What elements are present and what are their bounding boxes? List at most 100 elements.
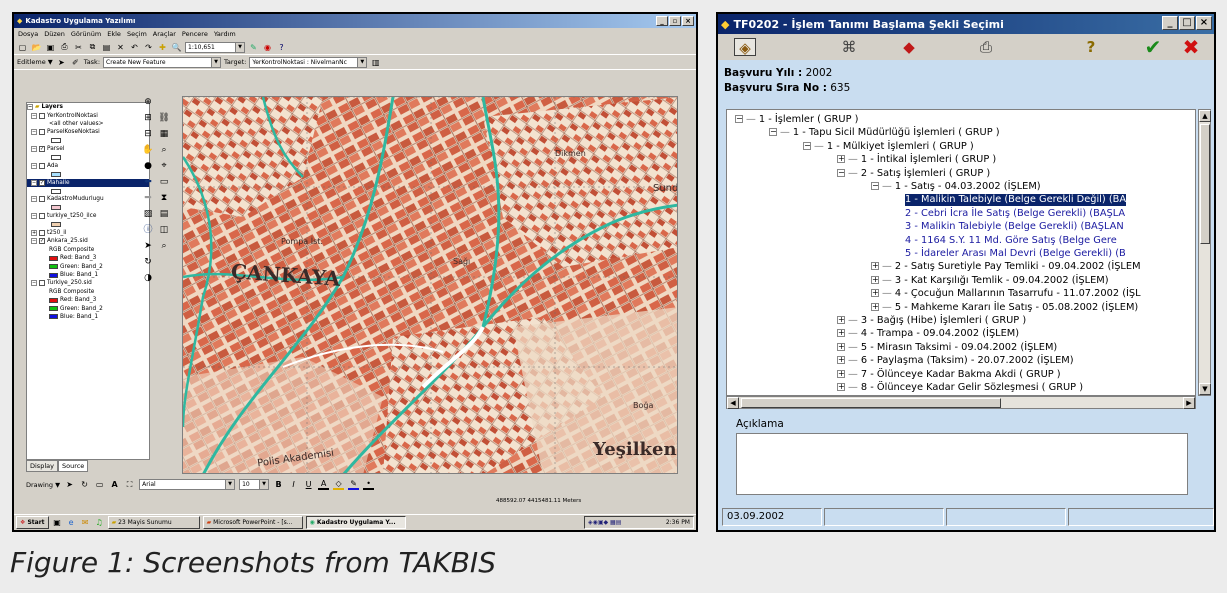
tree-horizontal-scrollbar[interactable]: ◀ ▶ bbox=[726, 396, 1196, 409]
tree-group-item[interactable]: + — 3 - Bağış (Hibe) İşlemleri ( GRUP ) bbox=[837, 315, 1026, 327]
layer-item[interactable]: Blue: Band_1 bbox=[27, 313, 149, 321]
attributes-icon[interactable]: ▥ bbox=[370, 57, 381, 68]
expand-toggle-icon[interactable]: − bbox=[31, 129, 37, 136]
quicklaunch-ie-icon[interactable]: e bbox=[66, 517, 77, 528]
layer-visibility-checkbox[interactable] bbox=[39, 129, 45, 136]
tree-group-item[interactable]: + — 5 - Mirasın Taksimi - 09.04.2002 (İŞL… bbox=[837, 342, 1057, 354]
editor-toolbar-icon[interactable]: ✎ bbox=[248, 42, 259, 53]
layer-item[interactable]: − Turkiye_250.sid bbox=[27, 279, 149, 287]
cut-icon[interactable]: ✂ bbox=[73, 42, 84, 53]
tree-group-item[interactable]: − — 1 - Tapu Sicil Müdürlüğü İşlemleri ( … bbox=[769, 127, 1000, 139]
font-combo[interactable]: Arial ▼ bbox=[139, 479, 236, 490]
expand-toggle-icon[interactable]: + bbox=[31, 230, 37, 237]
print-icon[interactable]: ⎙ bbox=[975, 38, 997, 56]
expand-toggle-icon[interactable]: − bbox=[31, 280, 37, 287]
dialog-minimize-button[interactable]: _ bbox=[1162, 16, 1178, 30]
create-viewer-icon[interactable]: ▭ bbox=[158, 176, 170, 188]
expand-toggle-icon[interactable]: − bbox=[31, 179, 37, 186]
quicklaunch-media-icon[interactable]: ♫ bbox=[94, 517, 105, 528]
fill-color-icon[interactable]: ◇ bbox=[333, 479, 345, 490]
minimize-button[interactable]: _ bbox=[656, 16, 668, 26]
layer-item[interactable]: RGB Composite bbox=[27, 246, 149, 254]
hscroll-thumb[interactable] bbox=[741, 398, 1001, 408]
layer-visibility-checkbox[interactable]: ✓ bbox=[39, 146, 45, 153]
ok-check-icon[interactable]: ✔ bbox=[1142, 37, 1164, 57]
select-features-icon[interactable]: ▨ bbox=[142, 208, 154, 220]
delete-icon[interactable]: ✕ bbox=[115, 42, 126, 53]
redo-icon[interactable]: ↷ bbox=[143, 42, 154, 53]
underline-icon[interactable]: U bbox=[303, 479, 314, 490]
scroll-down-icon[interactable]: ▼ bbox=[1199, 383, 1211, 395]
layer-item[interactable]: RGB Composite bbox=[27, 288, 149, 296]
layer-item[interactable]: Blue: Band_1 bbox=[27, 271, 149, 279]
forward-extent-icon[interactable]: ➡ bbox=[142, 192, 154, 204]
aciklama-textarea[interactable] bbox=[736, 433, 1188, 495]
tree-group-item[interactable]: − — 2 - Satış İşlemleri ( GRUP ) bbox=[837, 168, 990, 180]
layer-item[interactable]: − ✓ Mahalle bbox=[27, 178, 149, 187]
collapse-icon[interactable]: − bbox=[735, 115, 743, 123]
collapse-icon[interactable]: − bbox=[769, 128, 777, 137]
tab-display[interactable]: Display bbox=[26, 460, 58, 472]
quicklaunch-outlook-icon[interactable]: ✉ bbox=[80, 517, 91, 528]
tree-group-item[interactable]: + — 4 - Trampa - 09.04.2002 (İŞLEM) bbox=[837, 328, 1019, 340]
layer-visibility-checkbox[interactable] bbox=[39, 280, 45, 287]
open-icon[interactable]: 📂 bbox=[31, 42, 42, 53]
select-elements-icon[interactable]: ➤ bbox=[64, 479, 75, 490]
drawing-menu[interactable]: Drawing ▼ bbox=[26, 481, 60, 489]
layer-visibility-checkbox[interactable] bbox=[39, 162, 45, 169]
text-icon[interactable]: A bbox=[109, 479, 120, 490]
help-icon[interactable]: ? bbox=[1080, 38, 1102, 56]
tree-group-item[interactable]: + — 5 - Mahkeme Kararı İle Satış - 05.08.… bbox=[871, 302, 1138, 314]
expand-icon[interactable]: + bbox=[837, 369, 845, 378]
layer-item[interactable]: − ✓ Ankara_25.sid bbox=[27, 237, 149, 245]
layer-item[interactable]: Green: Band_2 bbox=[27, 304, 149, 312]
marker-color-icon[interactable]: • bbox=[363, 479, 375, 490]
measure-icon[interactable]: ▦ bbox=[158, 128, 170, 140]
menu-item-6[interactable]: Pencere bbox=[182, 30, 208, 38]
undo-icon[interactable]: ↶ bbox=[129, 42, 140, 53]
layer-visibility-checkbox[interactable]: ✓ bbox=[39, 179, 45, 186]
layer-item[interactable]: Green: Band_2 bbox=[27, 262, 149, 270]
expand-icon[interactable]: + bbox=[837, 329, 845, 338]
swipe-icon[interactable]: ◑ bbox=[142, 272, 154, 284]
layer-visibility-checkbox[interactable] bbox=[39, 112, 45, 119]
scroll-up-icon[interactable]: ▲ bbox=[1199, 110, 1211, 122]
collapse-icon[interactable]: − bbox=[871, 182, 879, 190]
tree-group-item[interactable]: + — 2 - Satış Suretiyle Pay Temliki - 09.… bbox=[871, 261, 1141, 273]
find-icon[interactable]: ⌕ bbox=[158, 144, 170, 156]
layer-item[interactable]: − KadastroMudurlugu bbox=[27, 195, 149, 203]
expand-icon[interactable]: + bbox=[871, 262, 879, 271]
italic-icon[interactable]: I bbox=[288, 479, 299, 490]
layer-visibility-checkbox[interactable]: ✓ bbox=[39, 238, 45, 245]
dialog-maximize-button[interactable]: □ bbox=[1179, 16, 1195, 30]
tree-group-item[interactable]: − — 1 - İşlemler ( GRUP ) bbox=[735, 114, 858, 126]
quicklaunch-desktop-icon[interactable]: ▣ bbox=[52, 517, 63, 528]
tree-group-item[interactable]: + — 8 - Ölünceye Kadar Gelir Sözleşmesi (… bbox=[837, 382, 1083, 394]
tree-group-item[interactable]: + — 3 - Kat Karşılığı Temlik - 09.04.2002… bbox=[871, 275, 1109, 287]
tree-group-item[interactable]: + — 7 - Ölünceye Kadar Bakma Akdi ( GRUP … bbox=[837, 369, 1061, 381]
menu-item-5[interactable]: Araçlar bbox=[153, 30, 176, 38]
taskbar-item-kadastro[interactable]: ◉ Kadastro Uygulama Y... bbox=[305, 516, 406, 529]
layer-item[interactable]: − ✓ Parsel bbox=[27, 145, 149, 153]
tree-group-item[interactable]: + — 6 - Paylaşma (Taksim) - 20.07.2002 (İ… bbox=[837, 355, 1074, 367]
edit-tool-icon[interactable]: ➤ bbox=[56, 57, 67, 68]
tree-group-item[interactable]: − — 1 - Satış - 04.03.2002 (İŞLEM) bbox=[871, 181, 1041, 193]
target-combo[interactable]: YerKontrolNoktasi : NivelmanNc ▼ bbox=[249, 56, 368, 68]
scroll-left-icon[interactable]: ◀ bbox=[727, 397, 739, 409]
menu-item-3[interactable]: Ekle bbox=[107, 30, 121, 38]
layer-item[interactable]: − YerKontrolNoktasi bbox=[27, 111, 149, 119]
expand-icon[interactable]: + bbox=[871, 289, 879, 298]
taskbar-item-sunum[interactable]: ▰ 23 Mayis Sunumu bbox=[107, 516, 200, 529]
layer-item[interactable]: <all other values> bbox=[27, 120, 149, 128]
expand-toggle-icon[interactable]: − bbox=[31, 213, 37, 220]
tree-leaf-item[interactable]: 2 - Cebri İcra İle Satış (Belge Gerekli)… bbox=[905, 208, 1125, 220]
expand-icon[interactable]: + bbox=[837, 155, 845, 164]
go-to-xy-icon[interactable]: ⌖ bbox=[158, 160, 170, 172]
whats-this-icon[interactable]: ? bbox=[276, 42, 287, 53]
list-icon[interactable]: ⌘ bbox=[838, 38, 860, 56]
expand-icon[interactable]: + bbox=[871, 275, 879, 284]
scroll-right-icon[interactable]: ▶ bbox=[1183, 397, 1195, 409]
expand-toggle-icon[interactable]: − bbox=[31, 238, 37, 245]
magnifier-icon[interactable]: ⌕ bbox=[158, 240, 170, 252]
pan-icon[interactable]: ✋ bbox=[142, 144, 154, 156]
